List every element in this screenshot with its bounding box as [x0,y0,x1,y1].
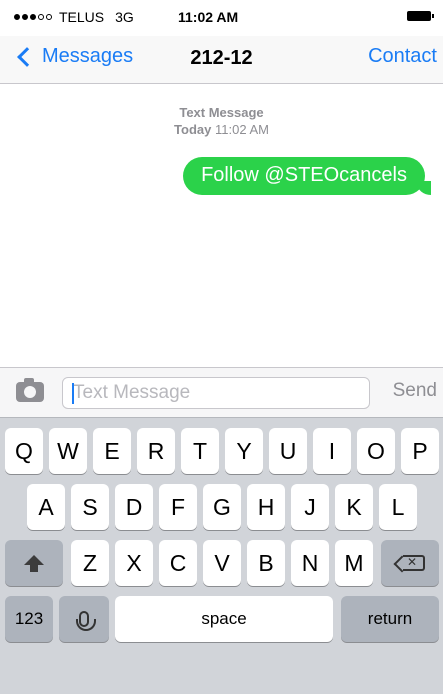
signal-dot [46,14,52,20]
key-t[interactable]: T [181,428,219,474]
send-button[interactable]: Send [393,380,437,402]
key-b[interactable]: B [247,540,285,586]
service-label: Text Message [179,105,264,120]
key-m[interactable]: M [335,540,373,586]
key-a[interactable]: A [27,484,65,530]
back-button[interactable]: Messages [14,45,133,68]
shift-icon [24,555,44,572]
timestamp-day: Today [174,122,212,137]
signal-dot [22,14,28,20]
timestamp-time: 11:02 AM [214,122,269,137]
key-l[interactable]: L [379,484,417,530]
camera-icon[interactable] [16,378,44,402]
contact-button[interactable]: Contact [368,45,437,68]
status-left: TELUS 3G [14,9,134,25]
key-s[interactable]: S [71,484,109,530]
carrier-name: TELUS [59,9,105,25]
key-x[interactable]: X [115,540,153,586]
message-input[interactable] [62,377,370,409]
text-cursor [72,383,74,404]
message-timestamp: Today 11:02 AM [0,122,443,137]
status-bar: TELUS 3G 11:02 AM [0,0,443,36]
shift-key[interactable] [5,540,63,586]
microphone-icon [76,611,96,631]
key-y[interactable]: Y [225,428,263,474]
key-j[interactable]: J [291,484,329,530]
signal-icon [14,14,52,20]
backspace-icon [403,555,425,571]
space-key[interactable]: space [115,596,333,642]
signal-dot [38,14,44,20]
key-r[interactable]: R [137,428,175,474]
outgoing-message-bubble[interactable]: Follow @STEOcancels [183,157,431,195]
key-k[interactable]: K [335,484,373,530]
key-e[interactable]: E [93,428,131,474]
key-c[interactable]: C [159,540,197,586]
delete-key[interactable] [381,540,439,586]
signal-dot [14,14,20,20]
key-d[interactable]: D [115,484,153,530]
nav-bar: Messages 212-12 Contact [0,36,443,84]
numbers-key[interactable]: 123 [5,596,53,642]
conversation-area[interactable]: Text Message Today 11:02 AM Follow @STEO… [0,85,443,367]
key-h[interactable]: H [247,484,285,530]
key-n[interactable]: N [291,540,329,586]
key-v[interactable]: V [203,540,241,586]
signal-dot [30,14,36,20]
key-g[interactable]: G [203,484,241,530]
key-i[interactable]: I [313,428,351,474]
key-o[interactable]: O [357,428,395,474]
key-p[interactable]: P [401,428,439,474]
key-w[interactable]: W [49,428,87,474]
key-q[interactable]: Q [5,428,43,474]
key-u[interactable]: U [269,428,307,474]
return-key[interactable]: return [341,596,439,642]
network-type: 3G [115,9,134,25]
keyboard: Q W E R T Y U I O P A S D F G H J K L Z … [0,417,443,694]
status-time: 11:02 AM [178,9,239,25]
message-composer: Send [0,367,443,417]
dictation-key[interactable] [59,596,109,642]
back-label: Messages [42,45,134,67]
key-f[interactable]: F [159,484,197,530]
chevron-left-icon [17,46,37,67]
battery-icon [407,11,434,21]
key-z[interactable]: Z [71,540,109,586]
